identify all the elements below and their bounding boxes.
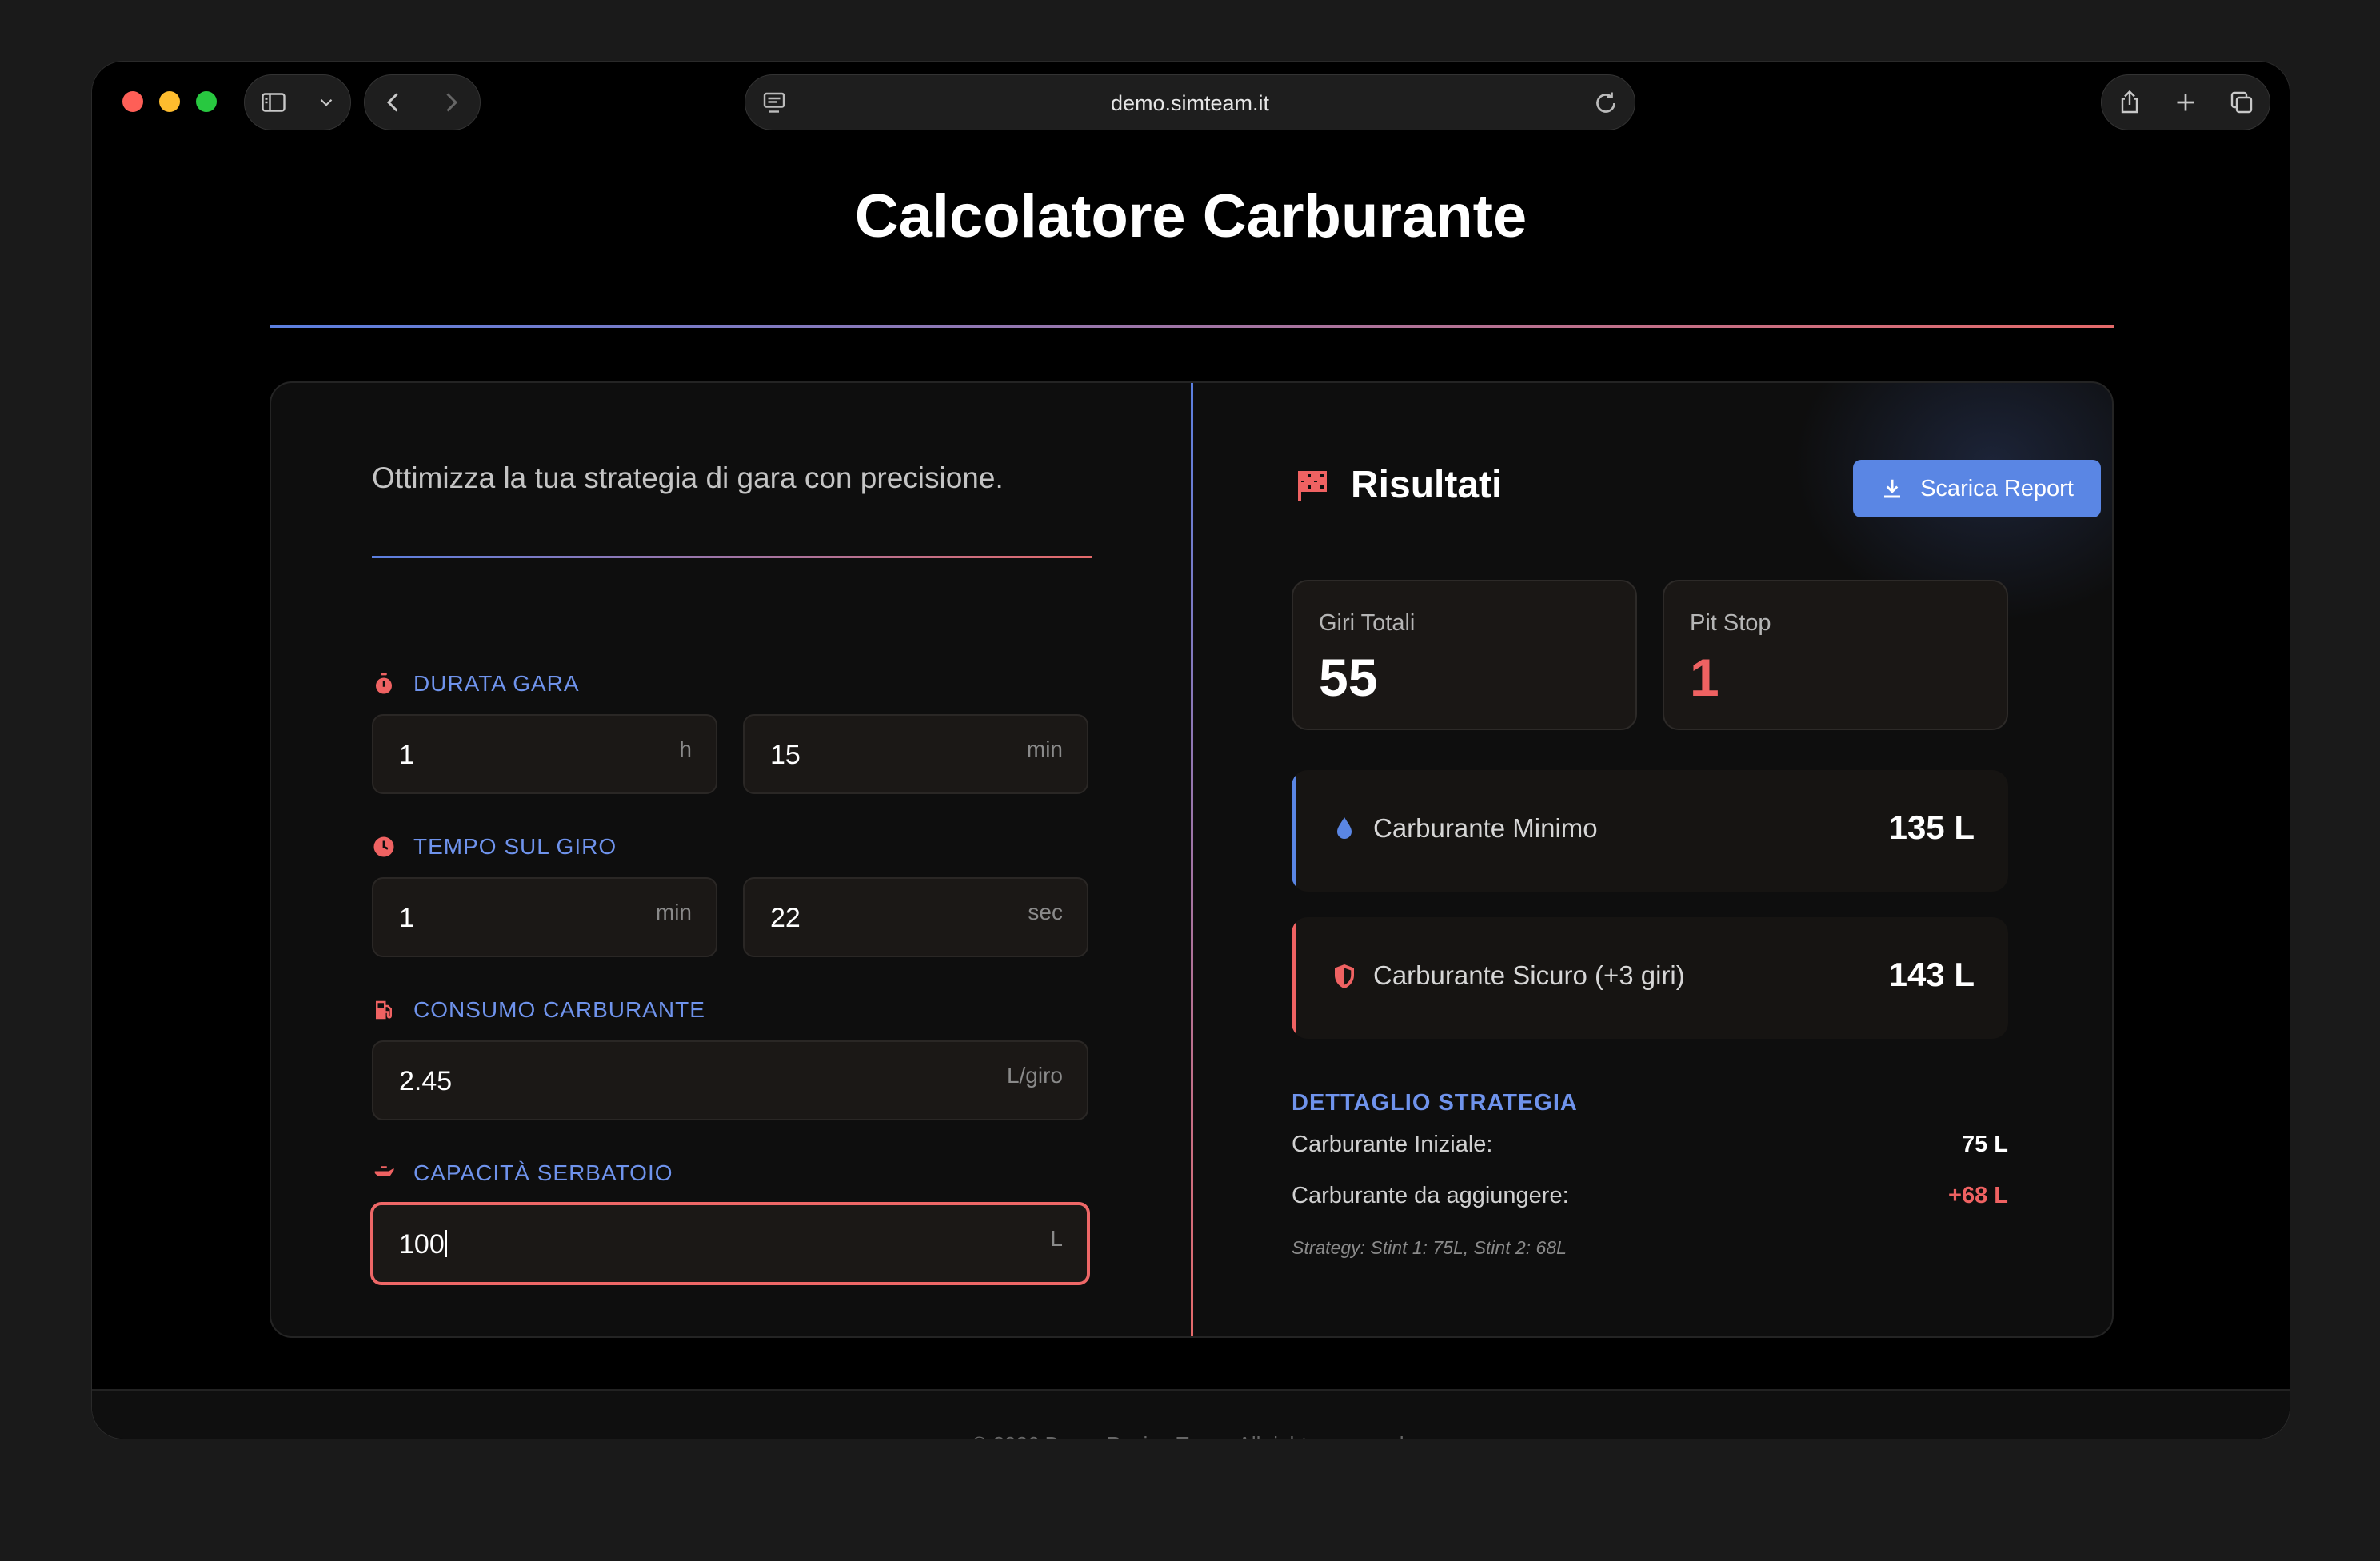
panel-divider <box>1191 383 1193 1336</box>
lap-seconds-input[interactable]: 22 sec <box>743 877 1088 957</box>
tank-capacity-value: 100 <box>399 1229 445 1260</box>
navigation-group <box>364 74 481 130</box>
back-icon[interactable] <box>379 88 408 117</box>
strategy-heading: DETTAGLIO STRATEGIA <box>1292 1090 1578 1116</box>
shield-icon <box>1335 964 1354 988</box>
total-laps-card: Giri Totali 55 <box>1292 580 1637 730</box>
initial-fuel-row: Carburante Iniziale: 75 L <box>1292 1132 2008 1157</box>
fuel-consumption-input[interactable]: 2.45 L/giro <box>372 1040 1088 1120</box>
oil-can-icon <box>374 1166 394 1176</box>
lap-time-label: TEMPO SUL GIRO <box>372 834 617 860</box>
checkered-flag-icon <box>1298 470 1327 501</box>
footer-copyright: © 2026 Demo Racing Team. All rights rese… <box>92 1432 2290 1439</box>
tank-capacity-label: CAPACITÀ SERBATOIO <box>372 1160 673 1186</box>
pit-stop-card: Pit Stop 1 <box>1663 580 2008 730</box>
pit-stop-value: 1 <box>1690 648 1719 707</box>
download-report-button[interactable]: Scarica Report <box>1853 460 2101 517</box>
fuel-to-add-row: Carburante da aggiungere: +68 L <box>1292 1183 2008 1208</box>
min-fuel-value: 135 L <box>1888 808 1975 846</box>
minimize-window-button[interactable] <box>159 91 180 112</box>
page-title: Calcolatore Carburante <box>854 182 1527 250</box>
fuel-to-add-value: +68 L <box>1948 1183 2008 1208</box>
browser-window: demo.simteam.it Calcolatore Carburante O… <box>91 61 2290 1439</box>
stopwatch-icon <box>376 673 392 694</box>
window-actions-group <box>2101 74 2270 130</box>
forward-icon[interactable] <box>437 88 465 117</box>
sidebar-toggle-group[interactable] <box>244 74 351 130</box>
close-window-button[interactable] <box>122 91 143 112</box>
maximize-window-button[interactable] <box>196 91 217 112</box>
results-heading: Risultati <box>1293 463 1502 507</box>
address-bar[interactable]: demo.simteam.it <box>745 74 1635 130</box>
fuel-consumption-label: CONSUMO CARBURANTE <box>372 997 705 1023</box>
min-fuel-row: Carburante Minimo 135 L <box>1292 770 2008 892</box>
download-icon <box>1884 479 1901 498</box>
lap-minutes-input[interactable]: 1 min <box>372 877 717 957</box>
page-subtitle: Ottimizza la tua strategia di gara con p… <box>372 461 1004 494</box>
share-icon[interactable] <box>2115 88 2144 117</box>
total-laps-value: 55 <box>1319 648 1378 707</box>
strategy-note: Strategy: Stint 1: 75L, Stint 2: 68L <box>1292 1237 1567 1258</box>
droplet-icon <box>1337 817 1352 839</box>
title-divider <box>270 325 2114 328</box>
url-text[interactable]: demo.simteam.it <box>745 75 1635 131</box>
race-duration-label: DURATA GARA <box>372 671 580 697</box>
safe-fuel-row: Carburante Sicuro (+3 giri) 143 L <box>1292 917 2008 1039</box>
subtitle-divider <box>372 556 1092 558</box>
browser-toolbar: demo.simteam.it <box>92 62 2290 145</box>
page-footer: © 2026 Demo Racing Team. All rights rese… <box>92 1389 2290 1439</box>
tab-overview-icon[interactable] <box>2227 88 2256 117</box>
clock-icon <box>373 836 394 857</box>
tank-capacity-input[interactable]: 100 L <box>370 1202 1090 1285</box>
gas-pump-icon <box>376 1000 392 1020</box>
race-hours-input[interactable]: 1 h <box>372 714 717 794</box>
text-caret <box>445 1230 447 1257</box>
chevron-down-icon[interactable] <box>316 92 337 113</box>
sidebar-icon[interactable] <box>259 88 288 117</box>
calculator-card: Ottimizza la tua strategia di gara con p… <box>270 381 2114 1338</box>
safe-fuel-value: 143 L <box>1888 956 1975 993</box>
reload-icon[interactable] <box>1591 89 1620 118</box>
initial-fuel-value: 75 L <box>1961 1132 2008 1157</box>
race-minutes-input[interactable]: 15 min <box>743 714 1088 794</box>
new-tab-icon[interactable] <box>2171 88 2200 117</box>
